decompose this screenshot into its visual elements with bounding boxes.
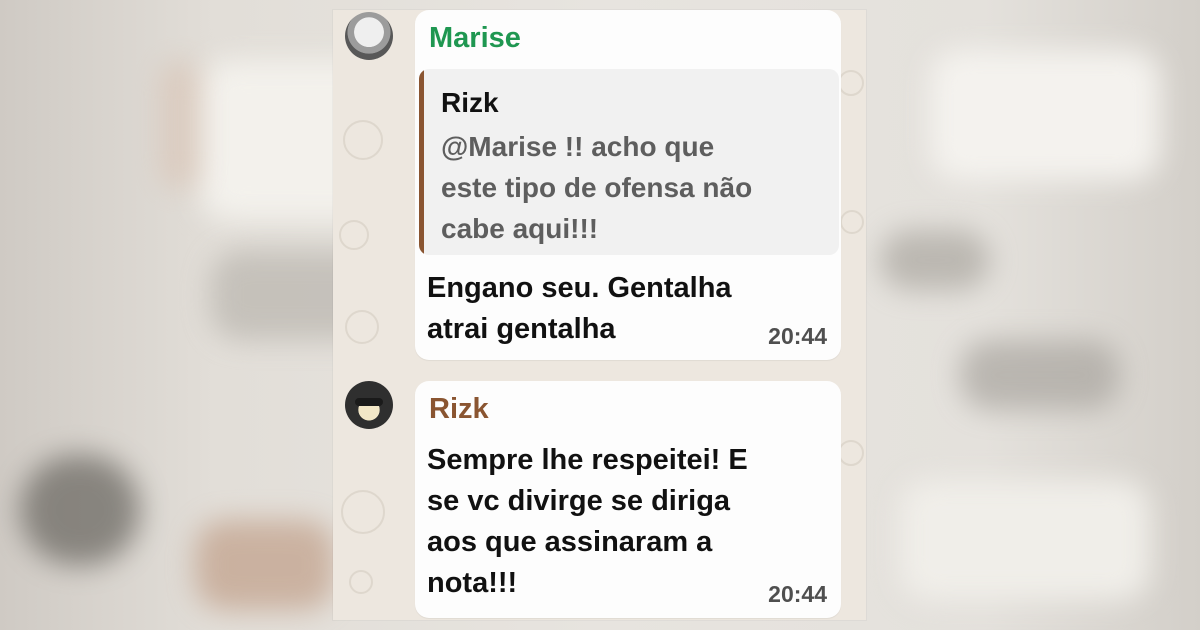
doodle-icon [339, 220, 369, 250]
doodle-icon [343, 120, 383, 160]
message-text: Sempre lhe respeitei! E se vc divirge se… [427, 444, 748, 599]
doodle-icon [349, 570, 373, 594]
doodle-icon [838, 70, 864, 96]
message-bubble[interactable]: Marise Rizk @Marise !! acho que este tip… [415, 10, 841, 360]
message-bubble[interactable]: Rizk Sempre lhe respeitei! E se vc divir… [415, 381, 841, 618]
sender-name: Rizk [429, 393, 489, 425]
quote-author: Rizk [441, 87, 499, 118]
message-time: 20:44 [768, 581, 827, 607]
sender-name: Marise [429, 22, 521, 54]
quoted-message[interactable]: Rizk @Marise !! acho que este tipo de of… [419, 69, 839, 255]
avatar[interactable] [345, 12, 393, 60]
doodle-icon [341, 490, 385, 534]
avatar[interactable] [345, 381, 393, 429]
message-text: Engano seu. Gentalha atrai gentalha [427, 272, 732, 345]
doodle-icon [838, 440, 864, 466]
background-blur-shape [930, 50, 1160, 180]
background-blur-shape [960, 340, 1120, 410]
quote-bar [419, 69, 424, 255]
background-blur-shape [20, 455, 140, 565]
quote-text: @Marise !! acho que este tipo de ofensa … [441, 131, 753, 244]
message-time: 20:44 [768, 323, 827, 349]
background-blur-shape [900, 480, 1150, 600]
background-blur-shape [160, 60, 200, 190]
doodle-icon [345, 310, 379, 344]
background-blur-shape [195, 520, 335, 610]
background-blur-shape [880, 230, 990, 290]
chat-panel: Marise Rizk @Marise !! acho que este tip… [333, 10, 866, 620]
doodle-icon [840, 210, 864, 234]
